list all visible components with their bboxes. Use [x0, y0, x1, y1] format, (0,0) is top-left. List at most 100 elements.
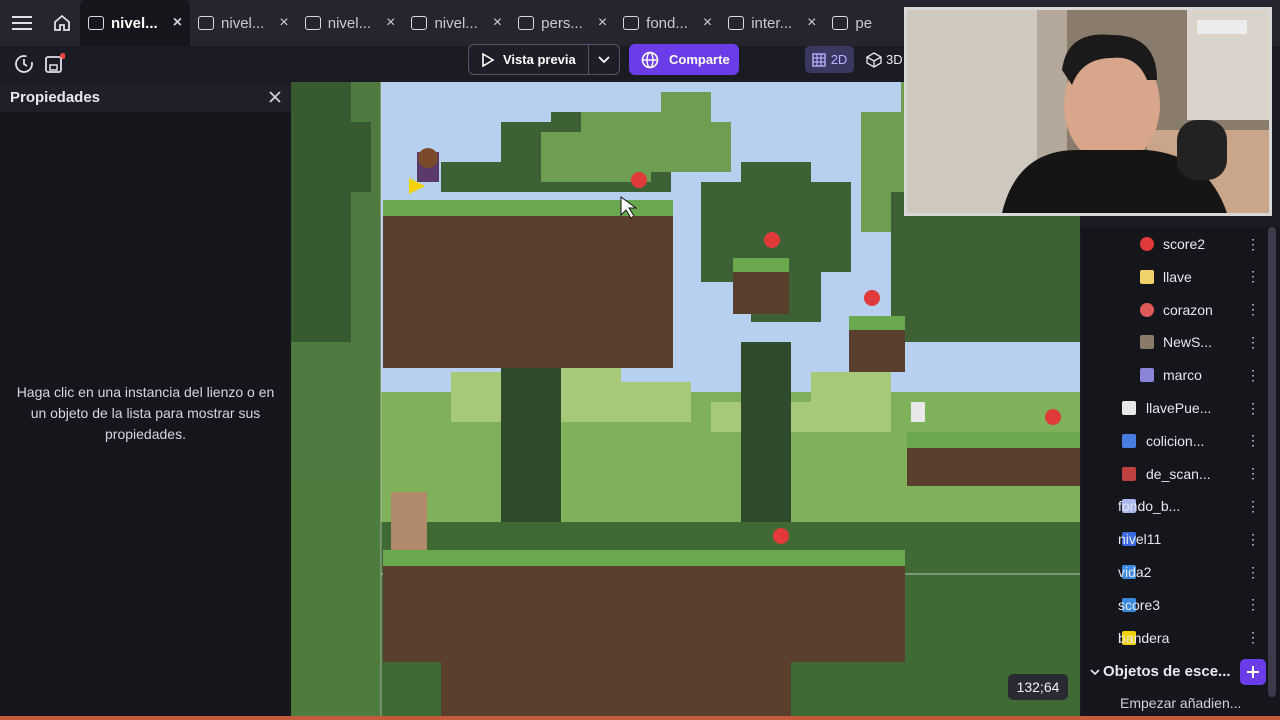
objects-scrollbar[interactable] [1268, 227, 1276, 697]
object-row-bandera[interactable]: bandera ⋮ [1081, 622, 1267, 654]
object-icon [623, 16, 640, 30]
preview-button[interactable]: Vista previa [469, 45, 589, 74]
objects-panel: score2 ⋮ llave ⋮ corazon ⋮ NewS... ⋮ marco ⋮ llave… [1081, 227, 1280, 720]
object-row-marco[interactable]: marco ⋮ [1081, 359, 1267, 391]
object-row-score2[interactable]: score2 ⋮ [1081, 228, 1267, 260]
tab-3[interactable]: nivel... × [403, 0, 510, 46]
start-adding-text: Empezar añadien... [1120, 695, 1242, 711]
object-name: bandera [1118, 629, 1170, 646]
frame-icon [1137, 365, 1157, 385]
webcam-image [907, 10, 1269, 213]
globe-icon [641, 51, 659, 68]
object-icon [518, 16, 535, 30]
more-options-icon[interactable]: ⋮ [1246, 465, 1260, 482]
object-row-colicion[interactable]: colicion... ⋮ [1081, 425, 1267, 457]
properties-header: Propiedades [0, 82, 291, 112]
barrel-icon [1137, 332, 1157, 352]
object-row-news[interactable]: NewS... ⋮ [1081, 326, 1267, 358]
chevron-down-icon [598, 55, 610, 63]
more-options-icon[interactable]: ⋮ [1246, 432, 1260, 449]
close-tab-icon[interactable]: × [493, 14, 502, 32]
object-name: fondo_b... [1118, 498, 1181, 515]
tab-label: pers... [541, 14, 583, 32]
share-button[interactable]: Comparte [629, 44, 739, 75]
home-button[interactable] [44, 0, 80, 46]
object-row-corazon[interactable]: corazon ⋮ [1081, 294, 1267, 326]
cube-icon [866, 51, 882, 68]
menu-button[interactable] [0, 0, 44, 46]
save-icon [45, 53, 65, 73]
home-icon [54, 14, 70, 31]
more-options-icon[interactable]: ⋮ [1246, 596, 1260, 613]
chevron-down-icon [1090, 669, 1100, 676]
tab-7[interactable]: pe [824, 0, 880, 46]
close-tab-icon[interactable]: × [173, 14, 182, 32]
close-icon [269, 90, 281, 103]
mode-3d-label: 3D [886, 52, 903, 67]
object-icon [728, 16, 745, 30]
object-row-llavepue[interactable]: llavePue... ⋮ [1081, 392, 1267, 424]
object-row-descan[interactable]: de_scan... ⋮ [1081, 458, 1267, 490]
sprite-icon [1119, 464, 1139, 484]
object-row-nivel11[interactable]: nivel11 ⋮ [1081, 523, 1267, 555]
more-options-icon[interactable]: ⋮ [1246, 400, 1260, 417]
tab-4[interactable]: pers... × [510, 0, 615, 46]
object-row-score3[interactable]: score3 ⋮ [1081, 589, 1267, 621]
preview-label: Vista previa [503, 52, 576, 67]
tab-2[interactable]: nivel... × [297, 0, 404, 46]
layers-icon [198, 16, 215, 30]
more-options-icon[interactable]: ⋮ [1246, 236, 1260, 253]
history-icon [15, 55, 33, 73]
object-name: score2 [1163, 236, 1206, 252]
object-name: llavePue... [1146, 400, 1212, 416]
mode-2d-label: 2D [830, 52, 848, 67]
film-icon [832, 16, 849, 30]
add-scene-object-button[interactable] [1240, 659, 1266, 685]
properties-panel: Propiedades Haga clic en una instancia d… [0, 82, 291, 720]
object-name: llave [1163, 268, 1192, 285]
plus-icon [1247, 666, 1259, 678]
close-tab-icon[interactable]: × [386, 14, 395, 32]
share-label: Comparte [669, 52, 730, 67]
close-tab-icon[interactable]: × [279, 14, 288, 32]
more-options-icon[interactable]: ⋮ [1246, 334, 1260, 351]
apple-icon [1137, 234, 1157, 254]
grid-icon [811, 52, 826, 67]
key-icon [1137, 267, 1157, 287]
mode-3d-toggle[interactable]: 3D [866, 46, 904, 73]
more-options-icon[interactable]: ⋮ [1246, 498, 1260, 515]
key-icon [1119, 398, 1139, 418]
close-tab-icon[interactable]: × [598, 14, 607, 32]
close-tab-icon[interactable]: × [807, 14, 816, 32]
more-options-icon[interactable]: ⋮ [1246, 531, 1260, 548]
object-name: NewS... [1163, 334, 1213, 351]
tab-label: nivel... [434, 14, 478, 32]
bottom-accent-strip [0, 716, 1280, 720]
history-button[interactable] [10, 50, 38, 78]
tab-1[interactable]: nivel... × [190, 0, 297, 46]
film-icon [88, 16, 104, 30]
save-button[interactable] [40, 50, 68, 78]
tab-label: pe [855, 14, 873, 32]
tab-label: nivel... [221, 14, 265, 32]
preview-dropdown[interactable] [589, 45, 619, 74]
tab-0[interactable]: nivel... × [80, 0, 191, 46]
more-options-icon[interactable]: ⋮ [1246, 629, 1260, 646]
cursor-coordinates: 132;64 [1008, 674, 1068, 700]
more-options-icon[interactable]: ⋮ [1246, 301, 1260, 318]
more-options-icon[interactable]: ⋮ [1246, 564, 1260, 581]
mode-2d-toggle[interactable]: 2D [805, 46, 854, 73]
object-name: nivel11 [1118, 531, 1162, 548]
tab-6[interactable]: inter... × [720, 0, 824, 46]
close-tab-icon[interactable]: × [703, 14, 712, 32]
tab-5[interactable]: fond... × [615, 0, 720, 46]
object-row-vida2[interactable]: vida2 ⋮ [1081, 556, 1267, 588]
webcam-overlay [904, 7, 1272, 216]
close-properties-button[interactable] [269, 87, 281, 108]
object-row-fondob[interactable]: fondo_b... ⋮ [1081, 490, 1267, 522]
object-row-llave[interactable]: llave ⋮ [1081, 261, 1267, 293]
more-options-icon[interactable]: ⋮ [1246, 268, 1260, 285]
object-name: de_scan... [1146, 465, 1211, 482]
tab-label: nivel... [327, 14, 372, 32]
more-options-icon[interactable]: ⋮ [1246, 367, 1260, 384]
